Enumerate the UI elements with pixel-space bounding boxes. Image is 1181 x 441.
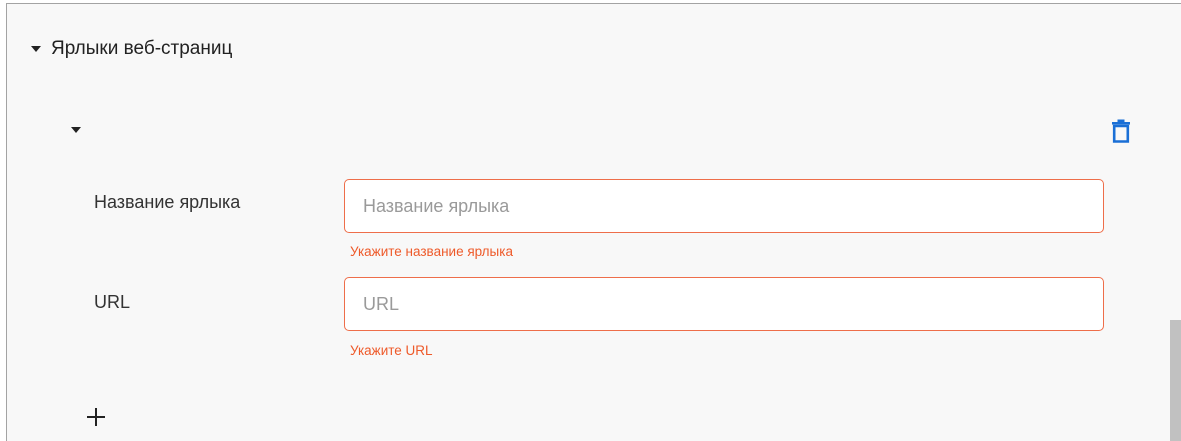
trash-icon[interactable] — [1110, 119, 1132, 143]
url-error: Укажите URL — [350, 343, 433, 358]
section-title: Ярлыки веб-страниц — [51, 38, 233, 59]
item-collapse-toggle[interactable] — [66, 120, 86, 140]
plus-icon[interactable] — [83, 404, 109, 430]
url-label: URL — [94, 292, 131, 312]
section-header-web-shortcuts[interactable]: Ярлыки веб-страниц — [31, 34, 232, 64]
shortcut-name-input[interactable] — [344, 179, 1104, 233]
scrollbar-thumb[interactable] — [1170, 320, 1181, 441]
shortcut-name-label: Название ярлыка — [94, 192, 241, 212]
shortcut-name-error: Укажите название ярлыка — [350, 244, 513, 259]
settings-panel: Ярлыки веб-страниц Название ярлыка Укажи… — [6, 3, 1181, 441]
caret-down-icon — [71, 127, 81, 133]
caret-down-icon — [31, 46, 41, 52]
url-input[interactable] — [344, 277, 1104, 331]
